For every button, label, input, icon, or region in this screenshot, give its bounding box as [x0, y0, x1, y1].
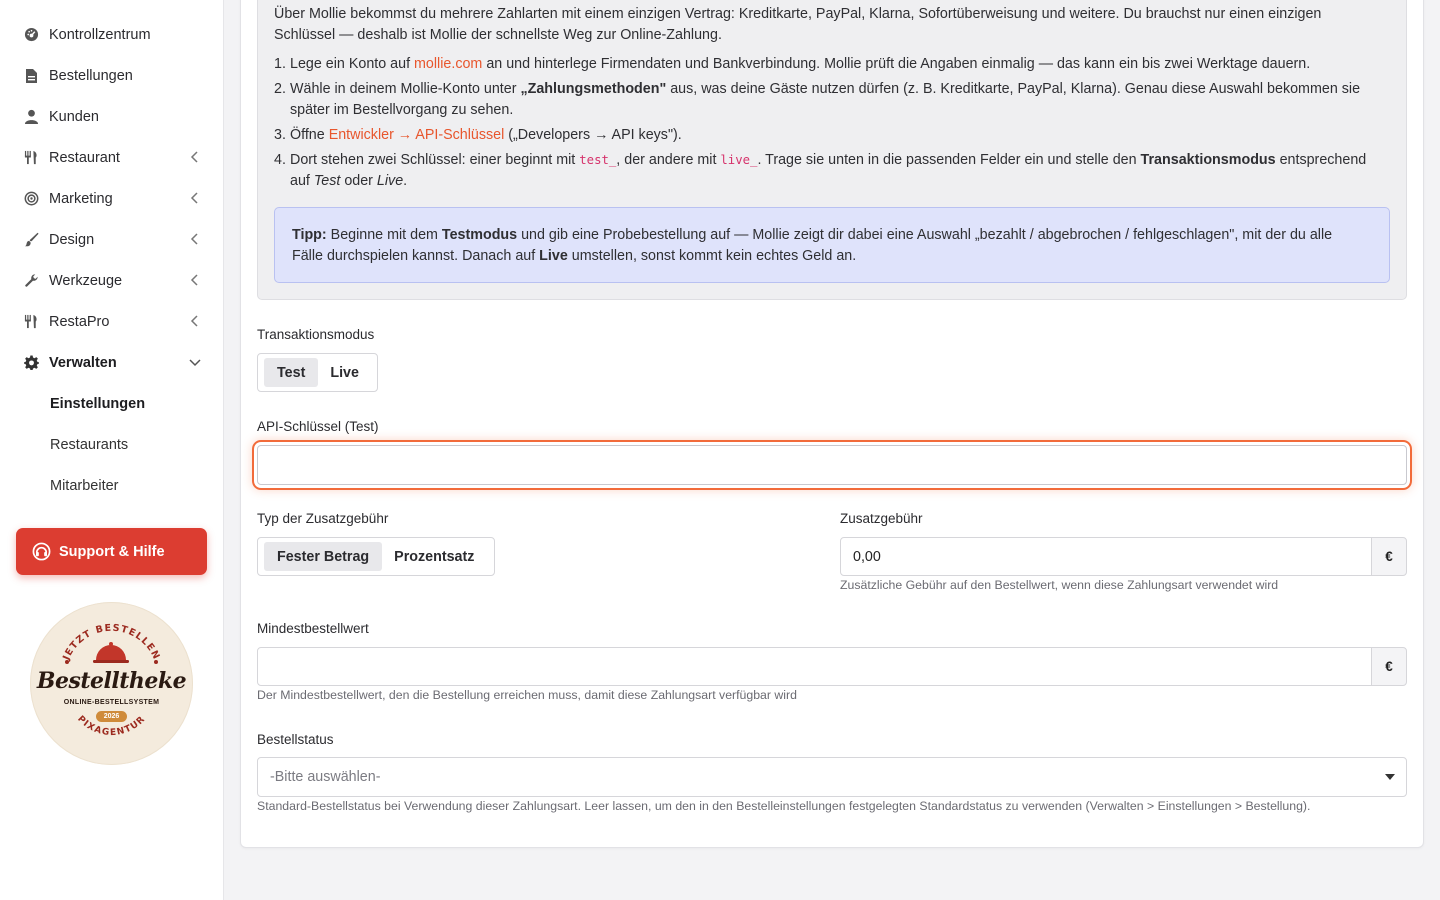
mode-toggle: Test Live	[257, 353, 378, 392]
chevron-left-icon	[188, 273, 202, 287]
sidebar-item-label: Kontrollzentrum	[49, 26, 151, 43]
mode-option-live[interactable]: Live	[318, 358, 365, 387]
fee-input[interactable]: 0,00	[840, 537, 1372, 576]
sidebar-item-kontrollzentrum[interactable]: Kontrollzentrum	[0, 14, 224, 55]
headset-icon	[32, 542, 51, 561]
cutlery-icon	[22, 313, 40, 331]
sidebar-item-label: Design	[49, 231, 95, 248]
caret-down-icon	[1385, 774, 1395, 780]
sidebar-item-label: Verwalten	[49, 354, 117, 371]
sidebar-subitem-restaurants[interactable]: Restaurants	[50, 424, 128, 465]
min-order-label: Mindestbestellwert	[257, 621, 369, 636]
target-icon	[22, 190, 40, 208]
sidebar-item-label: Werkzeuge	[49, 272, 123, 289]
order-status-help-text: Standard-Bestellstatus bei Verwendung di…	[257, 799, 1311, 813]
sidebar-subitem-einstellungen[interactable]: Einstellungen	[50, 383, 145, 424]
badge-subtitle: ONLINE-BESTELLSYSTEM	[63, 699, 160, 706]
step-4: 4. Dort stehen zwei Schlüssel: einer begi…	[274, 152, 1367, 189]
sidebar-item-label: RestaPro	[49, 313, 110, 330]
mode-label: Transaktionsmodus	[257, 327, 375, 342]
dashboard-icon	[22, 26, 40, 44]
fee-help-text: Zusätzliche Gebühr auf den Bestellwert, …	[840, 578, 1279, 592]
min-order-currency-addon: €	[1371, 647, 1407, 686]
step-3: 3. Öffne Entwickler → API-Schlüssel („Dev…	[274, 127, 682, 143]
fee-type-option-percent[interactable]: Prozentsatz	[382, 542, 480, 571]
chevron-left-icon	[188, 150, 202, 164]
sidebar-item-restapro[interactable]: RestaPro	[0, 301, 224, 342]
chevron-left-icon	[188, 314, 202, 328]
tip-box: Tipp: Beginne mit dem Testmodus und gib …	[274, 207, 1390, 283]
sidebar-item-label: Bestellungen	[49, 67, 133, 84]
fee-type-toggle: Fester Betrag Prozentsatz	[257, 537, 495, 576]
chevron-left-icon	[188, 191, 202, 205]
sidebar-item-label: Restaurant	[49, 149, 120, 166]
cutlery-icon	[22, 149, 40, 167]
bestelltheke-logo: JETZT BESTELLEN PIXAGENTUR Bestelltheke …	[30, 602, 193, 765]
step-1: 1. Lege ein Konto auf mollie.com an und h…	[274, 56, 1311, 72]
document-icon	[22, 67, 40, 85]
mode-option-test[interactable]: Test	[264, 358, 319, 387]
step-2: 2. Wähle in deinem Mollie-Konto unter „Za…	[274, 81, 1361, 118]
sidebar-item-restaurant[interactable]: Restaurant	[0, 137, 224, 178]
min-order-input[interactable]	[257, 647, 1372, 686]
fee-type-option-fixed[interactable]: Fester Betrag	[264, 542, 383, 571]
sidebar-item-verwalten[interactable]: Verwalten	[0, 342, 224, 383]
sidebar-item-label: Kunden	[49, 108, 99, 125]
fee-type-label: Typ der Zusatzgebühr	[257, 511, 389, 526]
order-status-select[interactable]: -Bitte auswählen-	[257, 757, 1407, 797]
sidebar-subitem-mitarbeiter[interactable]: Mitarbeiter	[50, 465, 119, 506]
fee-currency-addon: €	[1371, 537, 1407, 576]
sidebar: Kontrollzentrum Bestellungen Kunden Rest…	[0, 0, 224, 900]
chevron-left-icon	[188, 232, 202, 246]
wrench-icon	[22, 272, 40, 290]
api-key-input[interactable]	[257, 445, 1407, 485]
support-button-label: Support & Hilfe	[59, 543, 165, 560]
brush-icon	[22, 231, 40, 249]
mollie-link[interactable]: mollie.com	[414, 56, 482, 72]
badge-title: Bestelltheke	[36, 668, 187, 694]
order-status-label: Bestellstatus	[257, 732, 334, 747]
sidebar-item-bestellungen[interactable]: Bestellungen	[0, 55, 224, 96]
fee-label: Zusatzgebühr	[840, 511, 923, 526]
sidebar-item-kunden[interactable]: Kunden	[0, 96, 224, 137]
support-button[interactable]: Support & Hilfe	[16, 528, 207, 575]
badge-year: 2026	[96, 711, 127, 722]
api-keys-link[interactable]: Entwickler → API-Schlüssel	[329, 127, 505, 143]
sidebar-item-marketing[interactable]: Marketing	[0, 178, 224, 219]
order-status-placeholder: -Bitte auswählen-	[270, 769, 381, 785]
user-icon	[22, 108, 40, 126]
sidebar-item-design[interactable]: Design	[0, 219, 224, 260]
chevron-down-icon	[188, 355, 202, 369]
gear-icon	[22, 354, 40, 372]
sidebar-item-werkzeuge[interactable]: Werkzeuge	[0, 260, 224, 301]
api-key-label: API-Schlüssel (Test)	[257, 419, 379, 434]
intro-text: Über Mollie bekommst du mehrere Zahlarte…	[274, 6, 1322, 43]
min-order-help-text: Der Mindestbestellwert, den die Bestellu…	[257, 688, 797, 702]
sidebar-item-label: Marketing	[49, 190, 113, 207]
